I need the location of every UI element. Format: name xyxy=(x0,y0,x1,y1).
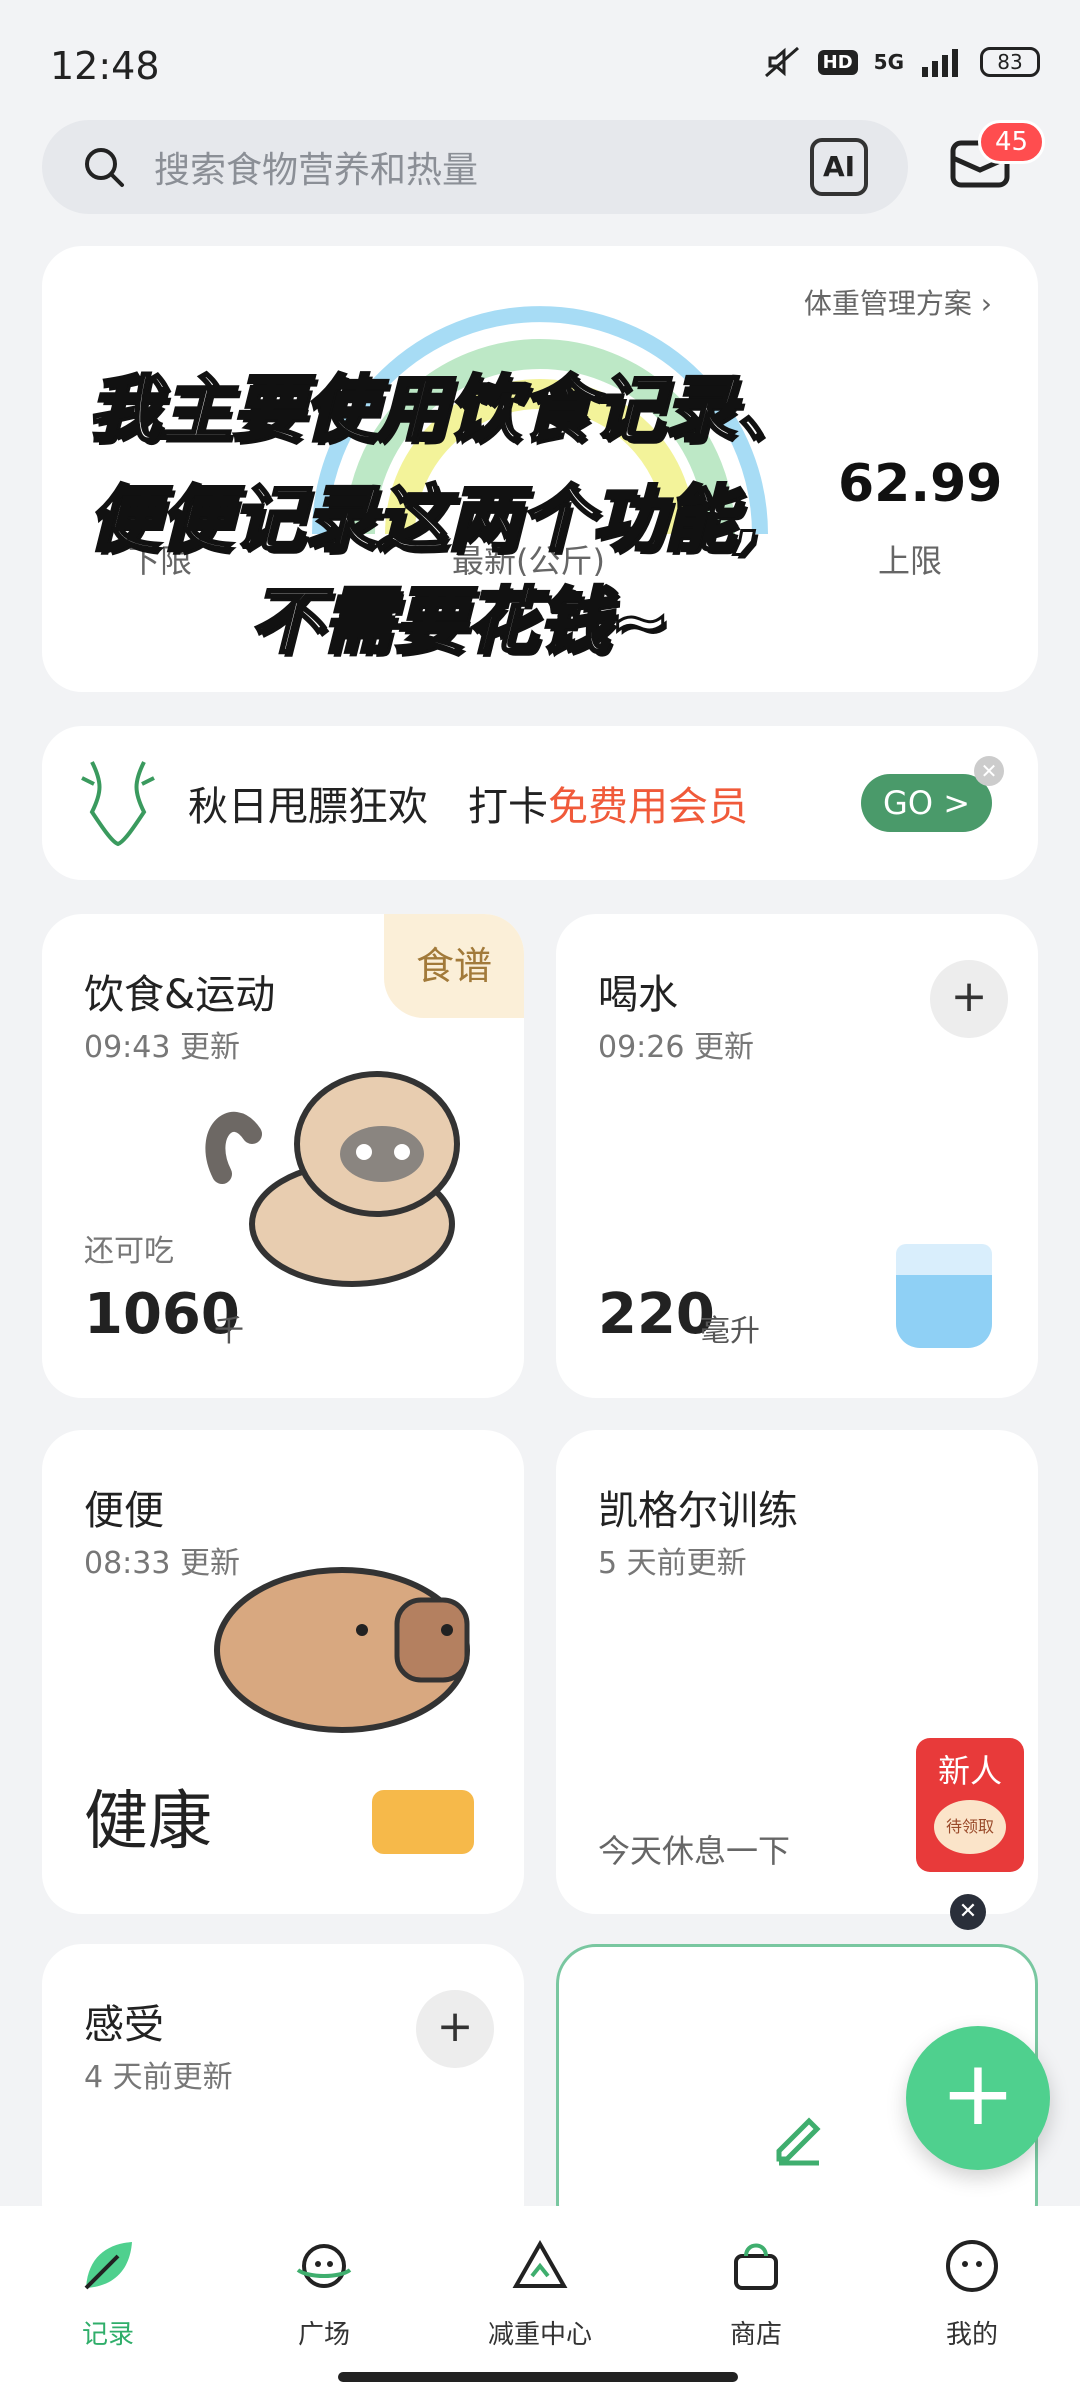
upper-limit-label: 上限 xyxy=(878,542,943,580)
diet-exercise-tile[interactable]: 饮食&运动 09:43 更新 食谱 还可吃 1060 千 xyxy=(42,914,524,1398)
hd-icon: HD xyxy=(817,49,858,75)
tab-record[interactable]: 记录 xyxy=(28,2236,188,2351)
triangle-icon xyxy=(512,2239,568,2288)
waist-icon xyxy=(81,761,155,847)
add-water-button[interactable]: + xyxy=(930,960,1008,1038)
overlay-caption-line1: 我主要使用饮食记录、 xyxy=(86,366,809,453)
upper-limit-value: 62.99 xyxy=(838,454,1003,514)
new-user-gift-button[interactable]: 新人 待领取 xyxy=(916,1738,1024,1872)
poop-tile[interactable]: 便便 08:33 更新 健康 xyxy=(42,1430,524,1914)
water-glass-icon xyxy=(896,1244,992,1348)
plan-link[interactable]: 体重管理方案 › xyxy=(804,282,992,322)
water-unit: 毫升 xyxy=(700,1314,760,1349)
message-badge: 45 xyxy=(978,120,1046,164)
promo-title: 秋日甩膘狂欢 xyxy=(188,784,428,830)
search-bar[interactable]: 搜索食物营养和热量 AI xyxy=(42,120,908,214)
tab-shop-label: 商店 xyxy=(729,2320,782,2350)
tab-square[interactable]: 广场 xyxy=(244,2236,404,2351)
kegel-status: 今天休息一下 xyxy=(598,1832,791,1870)
remain-label: 还可吃 xyxy=(84,1234,174,1269)
signal-icon xyxy=(922,49,958,77)
ai-scan-button[interactable]: AI xyxy=(810,138,868,196)
diet-title: 饮食&运动 xyxy=(84,972,276,1018)
tab-record-label: 记录 xyxy=(81,2320,134,2350)
battery-icon: 83 xyxy=(980,47,1040,77)
water-tile[interactable]: 喝水 09:26 更新 + 220 毫升 xyxy=(556,914,1038,1398)
overlay-caption-line2: 便便记录这两个功能, xyxy=(86,476,764,563)
status-bar: 12:48 HD 5G 83 xyxy=(0,0,1080,120)
tab-shop[interactable]: 商店 xyxy=(676,2236,836,2351)
tab-weight-center-label: 减重中心 xyxy=(487,2320,592,2350)
tab-square-label: 广场 xyxy=(297,2320,350,2350)
bottom-tab-bar: 记录 广场 减重中心 商店 我的 xyxy=(0,2206,1080,2400)
search-icon xyxy=(85,148,124,187)
planet-icon xyxy=(296,2244,352,2288)
tissue-icon xyxy=(372,1790,474,1854)
cat-sticker-icon xyxy=(205,1071,460,1287)
face-icon xyxy=(946,2240,998,2292)
overlay-caption-line3: 不需要花钱~ xyxy=(248,578,671,665)
promo-close-icon[interactable]: ✕ xyxy=(974,756,1004,786)
water-amount: 220 xyxy=(598,1282,715,1347)
feeling-title: 感受 xyxy=(84,2002,164,2048)
remain-unit: 千 xyxy=(214,1314,244,1349)
poop-title: 便便 xyxy=(84,1488,164,1534)
new-user-label: 新人 xyxy=(937,1752,1002,1790)
feeling-tile[interactable]: 感受 4 天前更新 + xyxy=(42,1944,524,2244)
poop-status: 健康 xyxy=(84,1785,212,1859)
pencil-icon xyxy=(776,2117,821,2166)
kegel-updated: 5 天前更新 xyxy=(598,1546,747,1581)
promo-go-button[interactable]: GO > xyxy=(861,774,992,832)
promo-banner[interactable]: 秋日甩膘狂欢 打卡免费用会员 GO > ✕ xyxy=(42,726,1038,880)
tab-weight-center[interactable]: 减重中心 xyxy=(460,2236,620,2351)
mute-icon xyxy=(764,46,799,78)
kegel-title: 凯格尔训练 xyxy=(598,1488,798,1534)
bag-icon xyxy=(734,2243,778,2290)
leaf-icon xyxy=(84,2242,132,2290)
tab-mine[interactable]: 我的 xyxy=(892,2236,1052,2351)
recipe-tag[interactable]: 食谱 xyxy=(384,914,524,1018)
promo-action: 打卡免费用会员 xyxy=(468,784,748,830)
status-time: 12:48 xyxy=(50,44,160,88)
add-record-fab[interactable]: + xyxy=(906,2026,1050,2170)
tab-mine-label: 我的 xyxy=(945,2320,998,2350)
water-title: 喝水 xyxy=(598,972,678,1018)
network-label: 5G xyxy=(873,50,904,74)
new-user-close-icon[interactable]: ✕ xyxy=(950,1894,986,1930)
add-feeling-button[interactable]: + xyxy=(416,1990,494,2068)
feeling-updated: 4 天前更新 xyxy=(84,2060,233,2095)
home-indicator[interactable] xyxy=(338,2372,738,2382)
claim-label: 待领取 xyxy=(934,1800,1006,1854)
status-icons: HD 5G 83 xyxy=(762,44,1040,80)
search-input[interactable]: 搜索食物营养和热量 xyxy=(154,141,810,193)
capybara-sticker-icon xyxy=(214,1567,470,1733)
water-updated: 09:26 更新 xyxy=(598,1030,754,1065)
